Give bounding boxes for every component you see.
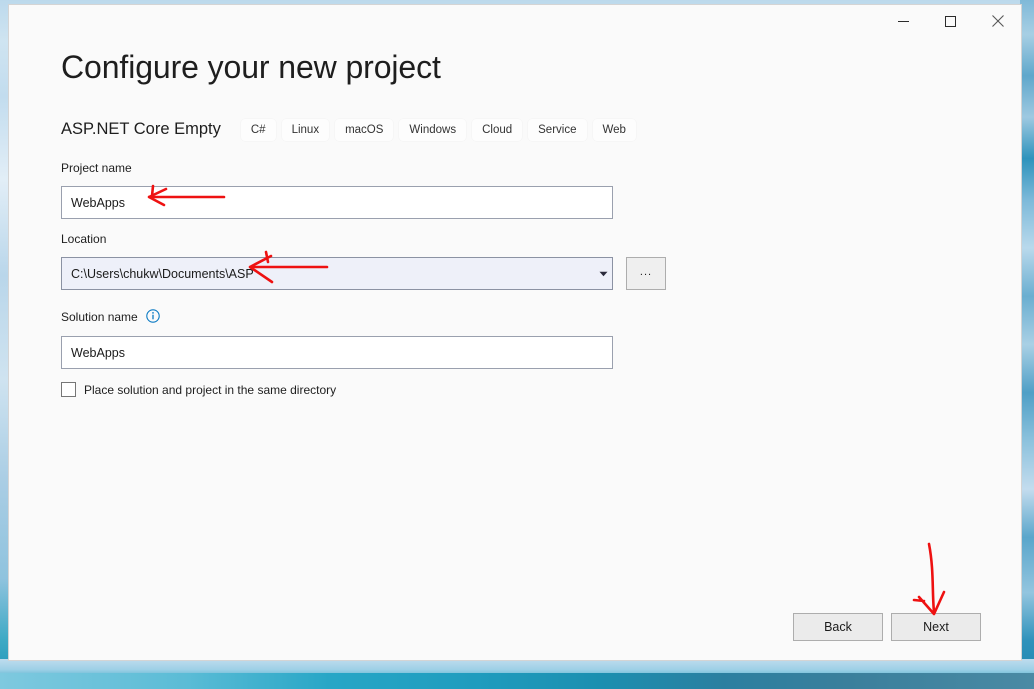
same-directory-label: Place solution and project in the same d…	[84, 382, 337, 397]
tag-pill-windows: Windows	[399, 118, 467, 141]
browse-location-button[interactable]: ...	[626, 257, 666, 290]
location-combobox[interactable]: C:\Users\chukw\Documents\ASP	[61, 257, 613, 290]
close-button[interactable]	[974, 5, 1021, 37]
location-value: C:\Users\chukw\Documents\ASP	[71, 266, 254, 281]
tag-pill-web: Web	[592, 118, 636, 141]
project-name-label: Project name	[61, 161, 132, 175]
chevron-down-icon[interactable]	[594, 258, 612, 289]
location-label: Location	[61, 232, 107, 246]
project-name-input[interactable]	[61, 186, 613, 219]
tag-pill-service: Service	[528, 118, 587, 141]
tag-pill-linux: Linux	[281, 118, 330, 141]
tag-pill-cloud: Cloud	[472, 118, 523, 141]
same-directory-checkbox-row[interactable]: Place solution and project in the same d…	[61, 382, 336, 397]
template-name: ASP.NET Core Empty	[61, 120, 221, 138]
maximize-button[interactable]	[927, 5, 974, 37]
solution-name-label-text: Solution name	[61, 310, 138, 324]
tag-pill-csharp: C#	[240, 118, 276, 141]
window-caption-bar	[880, 5, 1021, 37]
configure-project-dialog: Configure your new project ASP.NET Core …	[8, 4, 1022, 661]
same-directory-checkbox[interactable]	[61, 382, 76, 397]
tag-pill-macos: macOS	[335, 118, 394, 141]
info-icon[interactable]	[146, 309, 160, 326]
solution-name-label: Solution name	[61, 309, 160, 326]
back-button[interactable]: Back	[793, 613, 883, 641]
page-title: Configure your new project	[61, 49, 441, 85]
template-summary-row: ASP.NET Core Empty C# Linux macOS Window…	[61, 117, 642, 142]
close-icon	[991, 15, 1004, 27]
solution-name-input[interactable]	[61, 336, 613, 369]
desktop-wallpaper-right-edge	[1020, 0, 1034, 689]
minimize-button[interactable]	[880, 5, 927, 37]
minimize-icon	[898, 20, 909, 22]
desktop-wallpaper-bottom-edge	[0, 659, 1034, 689]
maximize-icon	[945, 15, 956, 27]
next-button[interactable]: Next	[891, 613, 981, 641]
